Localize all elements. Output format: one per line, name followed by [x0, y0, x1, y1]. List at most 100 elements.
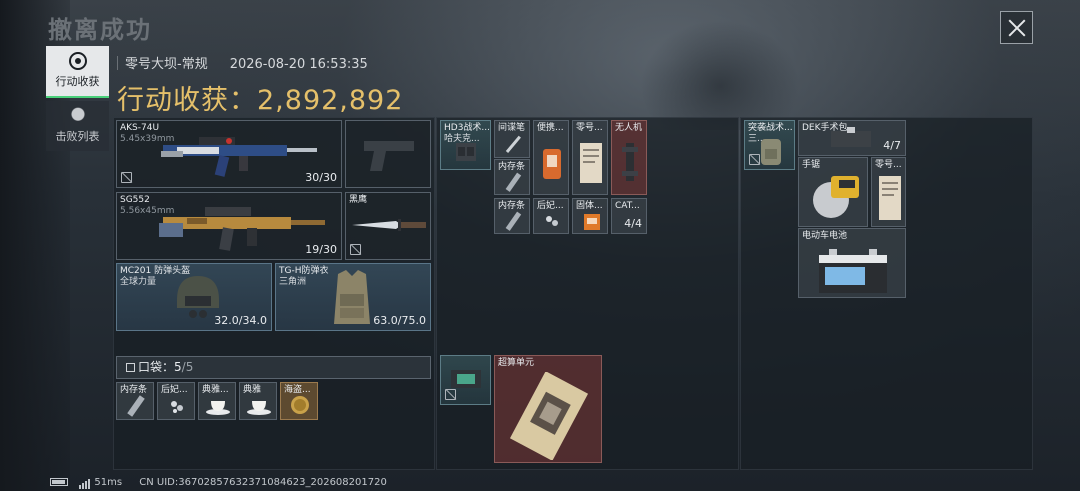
secondary-weapon-ammo-count: 19/30	[305, 243, 337, 256]
rig-item[interactable]: 便携...	[533, 120, 569, 195]
knife-icon	[352, 219, 426, 231]
rig-item-count: 4/4	[624, 217, 642, 230]
close-button[interactable]	[1000, 11, 1033, 44]
raid-datetime: 2026-08-20 16:53:35	[229, 57, 368, 72]
backpack-item[interactable]: DEK手术包 4/7	[798, 120, 906, 156]
battery-status-icon	[50, 478, 68, 486]
case-icon	[451, 370, 481, 388]
loot-value-heading: 行动收获：2,892,892	[117, 78, 403, 117]
rig-item-name: 零号...	[576, 123, 603, 133]
document-icon	[580, 143, 602, 183]
rig-item[interactable]: 固体...	[572, 198, 608, 234]
armor-name: TG-H防弹衣	[279, 266, 329, 276]
secondary-weapon-slot[interactable]: SG552 5.56x45mm 19/30	[116, 192, 342, 260]
pocket-item-name: 典雅...	[202, 385, 229, 395]
rifle-icon	[159, 207, 325, 251]
backpack-name: 突袭战术...	[748, 123, 793, 133]
backpack-item-name: 电动车电池	[802, 231, 848, 241]
backpack-item-name: 零号...	[875, 160, 902, 170]
secondary-weapon-ammo: 5.56x45mm	[120, 206, 175, 216]
rig-icon	[456, 143, 476, 161]
pocket-used: 5	[174, 360, 182, 374]
pocket-icon	[126, 363, 135, 372]
rig-item[interactable]: 零号...	[572, 120, 608, 195]
case-item-name: 超算单元	[498, 358, 535, 368]
safe-case-slot[interactable]	[440, 355, 491, 405]
backpack-item[interactable]: 零号...	[871, 157, 906, 227]
helmet-brand: 全球力量	[120, 277, 157, 287]
signal-icon	[79, 478, 91, 489]
rig-item-name: CAT...	[615, 201, 640, 211]
backpack-item[interactable]: 电动车电池	[798, 228, 906, 298]
tab-loot-label: 行动收获	[55, 75, 100, 88]
case-item[interactable]: 超算单元	[494, 355, 602, 463]
chest-rig-name: HD3战术...	[444, 123, 491, 133]
pocket-item-name: 后妃...	[161, 385, 188, 395]
tab-kill-list[interactable]: 击败列表	[46, 101, 109, 151]
rig-item[interactable]: 无人机	[611, 120, 647, 195]
primary-weapon-slot[interactable]: AKS-74U 5.45x39mm 30/30	[116, 120, 342, 188]
armor-durability: 63.0/75.0	[373, 314, 426, 327]
pocket-item[interactable]: 典雅...	[198, 382, 236, 420]
melee-name: 黑鹰	[349, 195, 368, 205]
ping-value: 51ms	[94, 477, 123, 488]
pocket-item[interactable]: 内存条	[116, 382, 154, 420]
divider	[117, 56, 118, 70]
teacup-icon	[247, 401, 271, 415]
rig-item[interactable]: 后妃...	[533, 198, 569, 234]
armor-slot[interactable]: TG-H防弹衣 三角洲 63.0/75.0	[275, 263, 431, 331]
primary-weapon-name: AKS-74U	[120, 123, 160, 133]
pen-icon	[505, 135, 521, 153]
pocket-header: 口袋：5/5	[116, 356, 431, 379]
user-uid: CN UID:36702857632371084623_202608201720	[139, 477, 387, 488]
helmet-name: MC201 防弹头盔	[120, 266, 191, 276]
battery-icon	[819, 249, 887, 293]
jewelry-icon	[171, 401, 183, 413]
backpack-item-count: 4/7	[883, 139, 901, 152]
saw-icon	[813, 176, 859, 218]
memory-stick-icon	[505, 211, 522, 231]
melee-slot[interactable]: 黑鹰	[345, 192, 431, 260]
backpack-item[interactable]: 手锯	[798, 157, 868, 227]
insurance-icon	[121, 172, 132, 183]
backpack-slot[interactable]: 突袭战术... 三...	[744, 120, 795, 170]
vest-icon	[334, 270, 370, 324]
armor-brand: 三角洲	[279, 277, 307, 287]
coin-icon	[291, 396, 309, 414]
tab-loot[interactable]: 行动收获	[46, 46, 109, 96]
active-tab-indicator	[46, 96, 109, 98]
rifle-icon	[161, 137, 317, 177]
helmet-slot[interactable]: MC201 防弹头盔 全球力量 32.0/34.0	[116, 263, 272, 331]
insurance-icon	[350, 244, 361, 255]
status-footer: 51ms CN UID:36702857632371084623_2026082…	[50, 477, 387, 489]
pocket-label: 口袋：	[138, 360, 175, 374]
map-name: 零号大坝-常规	[125, 57, 208, 72]
page-title: 撤离成功	[48, 16, 152, 44]
helmet-durability: 32.0/34.0	[214, 314, 267, 327]
rig-item[interactable]: CAT... 4/4	[611, 198, 647, 234]
memory-stick-icon	[127, 395, 145, 417]
record-icon	[68, 52, 87, 70]
pocket-item[interactable]: 海盗...	[280, 382, 318, 420]
rig-item[interactable]: 内存条	[494, 159, 530, 195]
rig-item-name: 间谍笔	[498, 123, 526, 133]
raid-info: 零号大坝-常规 2026-08-20 16:53:35	[117, 53, 368, 72]
pocket-capacity: /5	[181, 360, 194, 374]
pocket-item-name: 典雅	[243, 385, 262, 395]
sidearm-slot[interactable]	[345, 120, 431, 188]
insurance-icon	[749, 154, 760, 165]
fuel-pack-icon	[584, 214, 600, 230]
surgery-kit-icon	[831, 127, 871, 147]
primary-weapon-ammo-count: 30/30	[305, 171, 337, 184]
backpack-icon	[761, 139, 781, 165]
rig-item[interactable]: 内存条	[494, 198, 530, 234]
pocket-item[interactable]: 典雅	[239, 382, 277, 420]
document-icon	[879, 176, 901, 220]
tab-kill-list-label: 击败列表	[55, 130, 100, 143]
pocket-item[interactable]: 后妃...	[157, 382, 195, 420]
rig-item[interactable]: 间谍笔	[494, 120, 530, 158]
background-scenery	[640, 20, 800, 130]
chest-rig-slot[interactable]: HD3战术... 哈夫克...	[440, 120, 491, 170]
loot-label: 行动收获：	[117, 85, 257, 116]
memory-stick-icon	[505, 172, 522, 192]
